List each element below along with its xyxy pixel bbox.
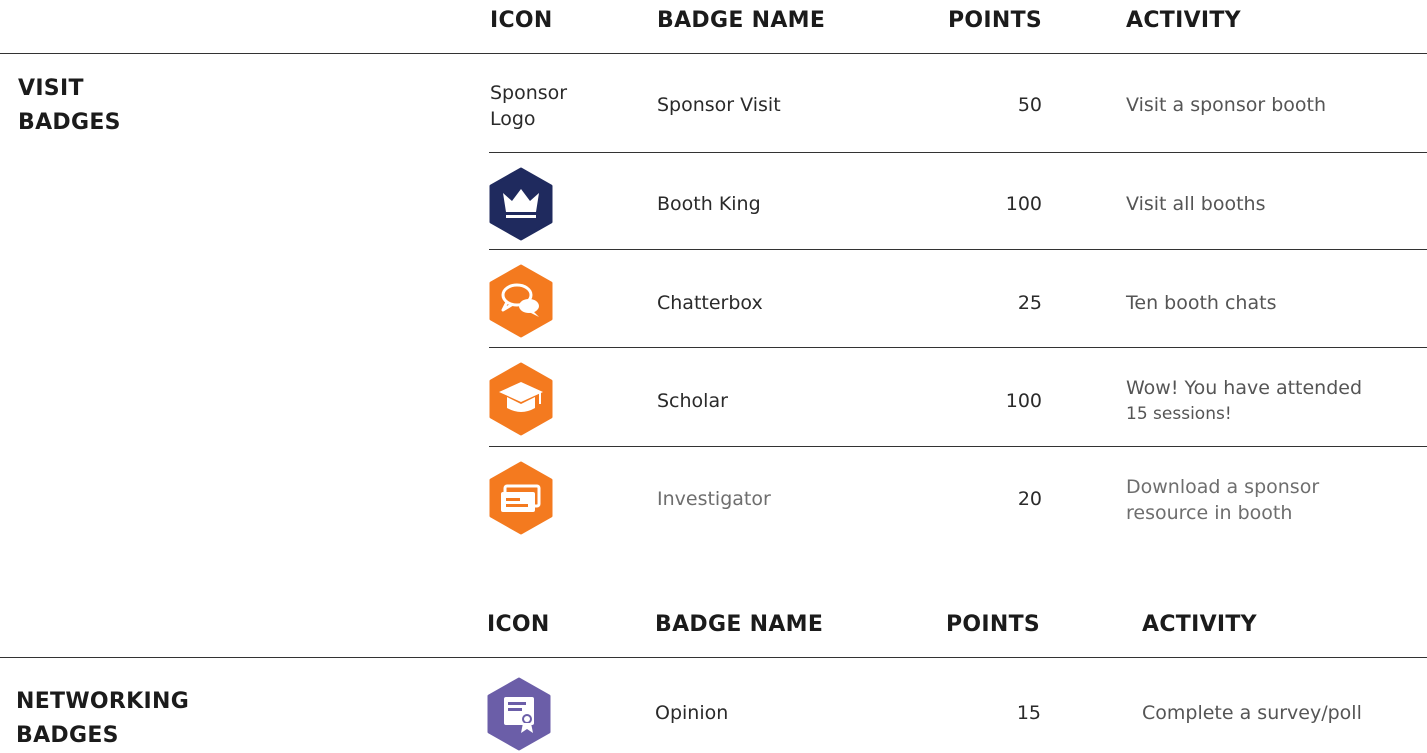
badge-activity: Download a sponsor resource in booth (1126, 476, 1320, 524)
badge-activity: Visit a sponsor booth (1126, 94, 1327, 116)
section-title-visit: VISIT BADGES (18, 76, 121, 135)
row-divider (489, 347, 1427, 348)
row-divider (489, 446, 1427, 447)
graduation-cap-icon (489, 362, 553, 436)
header-icon: ICON (490, 8, 553, 33)
crown-icon (489, 167, 553, 241)
header-activity: ACTIVITY (1142, 612, 1257, 637)
header-divider (0, 53, 1427, 54)
tickets-icon (489, 461, 553, 535)
header-points: POINTS (948, 8, 1043, 33)
sponsor-logo-placeholder: Sponsor Logo (490, 82, 568, 130)
header-badge-name: BADGE NAME (657, 8, 826, 33)
header-activity: ACTIVITY (1126, 8, 1241, 33)
header-divider (0, 657, 1427, 658)
chat-bubbles-icon (489, 264, 553, 338)
badge-points: 25 (1017, 292, 1042, 314)
badge-points: 100 (1005, 193, 1042, 215)
section-title-networking: NETWORKING BADGES (16, 689, 190, 748)
badge-points: 50 (1017, 94, 1042, 116)
badge-name: Chatterbox (657, 292, 763, 314)
badge-name: Investigator (657, 488, 771, 510)
badge-name: Scholar (657, 390, 728, 412)
row-divider (489, 249, 1427, 250)
badge-name: Booth King (657, 193, 761, 215)
row-divider (489, 152, 1427, 153)
badge-points: 100 (1005, 390, 1042, 412)
badge-name: Sponsor Visit (657, 94, 781, 116)
badge-points: 15 (1016, 702, 1041, 724)
header-icon: ICON (487, 612, 550, 637)
header-points: POINTS (946, 612, 1041, 637)
badge-activity: Wow! You have attended 15 sessions! (1126, 377, 1363, 424)
badge-activity: Complete a survey/poll (1142, 702, 1362, 724)
badge-points: 20 (1017, 488, 1042, 510)
certificate-icon (487, 677, 551, 751)
badge-activity: Ten booth chats (1126, 292, 1277, 314)
header-badge-name: BADGE NAME (655, 612, 824, 637)
badge-name: Opinion (655, 702, 729, 724)
badge-activity: Visit all booths (1126, 193, 1266, 215)
